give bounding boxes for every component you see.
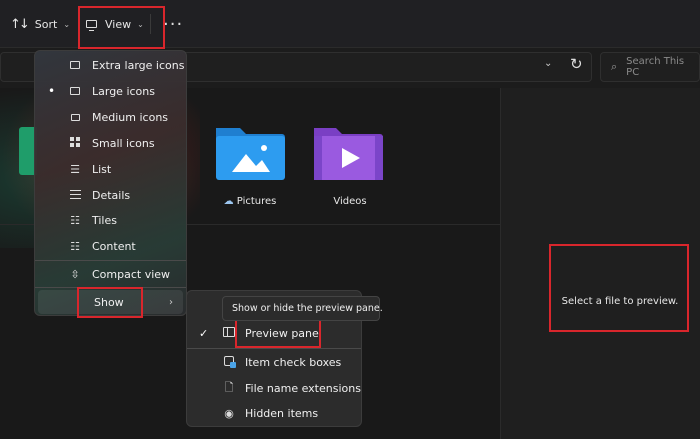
menu-item-medium-icons[interactable]: Medium icons xyxy=(35,105,186,129)
folder-pictures[interactable]: ☁ Pictures xyxy=(210,124,290,207)
view-menu: Extra large icons • Large icons Medium i… xyxy=(34,50,187,316)
refresh-icon[interactable]: ↻ xyxy=(570,55,583,73)
sort-icon: ↑↓ xyxy=(10,16,30,32)
search-box[interactable]: ⌕ Search This PC xyxy=(600,52,700,82)
more-options-button[interactable]: ··· xyxy=(163,0,183,48)
sort-button[interactable]: ↑↓ Sort ⌄ xyxy=(10,0,70,48)
search-icon: ⌕ xyxy=(611,60,618,73)
address-history-chevron-icon[interactable]: ⌄ xyxy=(544,58,552,69)
folder-label: ☁ Pictures xyxy=(223,196,277,207)
monitor-icon xyxy=(68,59,82,72)
menu-item-tiles[interactable]: ☷ Tiles xyxy=(35,208,186,232)
view-button-highlight xyxy=(78,6,165,49)
file-icon: 🗋 xyxy=(224,381,234,394)
search-placeholder: Search This PC xyxy=(626,56,685,78)
folder-label: Videos xyxy=(333,196,367,207)
menu-item-small-icons[interactable]: Small icons xyxy=(35,131,186,155)
preview-highlight xyxy=(549,244,689,332)
preview-pane-highlight xyxy=(235,319,321,348)
tooltip: Show or hide the preview pane. xyxy=(222,296,383,321)
cloud-icon: ☁ xyxy=(223,196,234,207)
preview-pane-icon xyxy=(222,327,236,340)
show-highlight xyxy=(77,287,143,318)
videos-folder-icon xyxy=(314,128,383,180)
pictures-folder-icon xyxy=(216,128,285,180)
details-icon xyxy=(68,189,82,202)
monitor-icon xyxy=(68,85,82,98)
menu-item-large-icons[interactable]: • Large icons xyxy=(35,79,186,103)
chevron-right-icon: › xyxy=(169,296,173,308)
menu-item-details[interactable]: Details xyxy=(35,183,186,207)
menu-divider xyxy=(187,348,361,349)
sort-label: Sort xyxy=(34,17,58,31)
folder-videos[interactable]: Videos xyxy=(310,124,390,207)
checkbox-icon xyxy=(222,356,236,369)
list-icon: ☰ xyxy=(70,162,80,176)
menu-item-extra-large-icons[interactable]: Extra large icons xyxy=(35,53,186,77)
menu-item-list[interactable]: ☰ List xyxy=(35,157,186,181)
menu-item-compact-view[interactable]: ⇳ Compact view xyxy=(35,262,186,286)
monitor-small-icon xyxy=(68,111,82,124)
submenu-item-hidden-items[interactable]: ◉ Hidden items xyxy=(187,401,361,426)
checkmark-icon: ✓ xyxy=(199,327,209,340)
chevron-down-icon: ⌄ xyxy=(63,19,71,29)
tiles-icon: ☷ xyxy=(70,213,80,227)
submenu-item-file-name-extensions[interactable]: 🗋 File name extensions xyxy=(187,376,361,401)
submenu-item-item-check-boxes[interactable]: Item check boxes xyxy=(187,350,361,375)
content-icon: ☷ xyxy=(70,239,80,253)
menu-divider xyxy=(35,260,186,261)
small-icons-icon xyxy=(68,136,82,150)
eye-icon: ◉ xyxy=(224,407,234,420)
menu-item-content[interactable]: ☷ Content xyxy=(35,234,186,258)
selected-bullet-icon: • xyxy=(48,84,56,98)
compact-view-icon: ⇳ xyxy=(70,267,80,281)
tooltip-text: Show or hide the preview pane. xyxy=(232,303,383,314)
